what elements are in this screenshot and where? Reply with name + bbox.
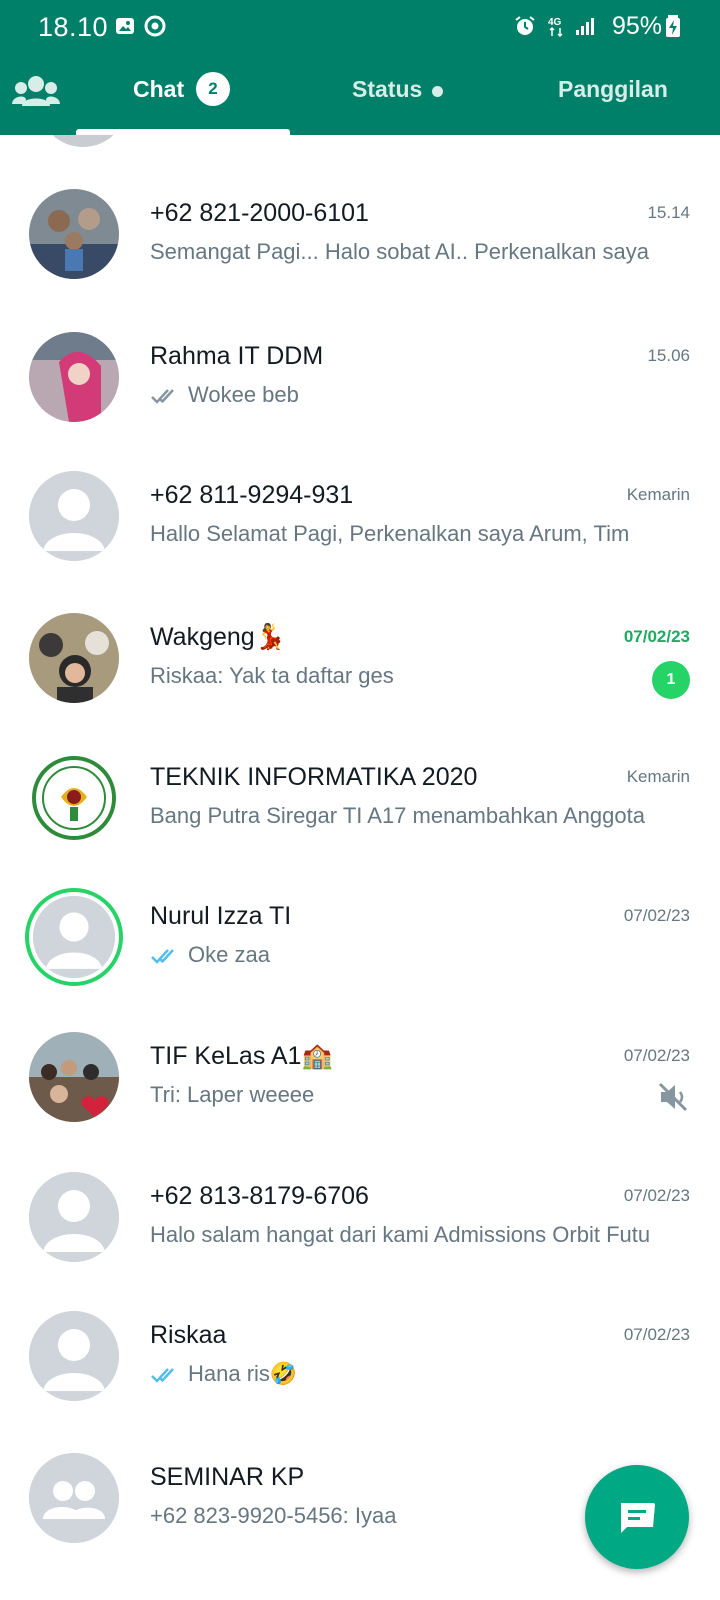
- chat-preview: Riskaa: Yak ta daftar ges: [150, 663, 620, 689]
- chat-time: 07/02/23: [623, 627, 690, 646]
- chat-preview: Tri: Laper weeee: [150, 1082, 620, 1108]
- chat-row[interactable]: Wakgeng💃 07/02/23 Riskaa: Yak ta daftar …: [0, 613, 720, 756]
- avatar[interactable]: [38, 135, 128, 147]
- unread-count-badge: 1: [652, 661, 690, 699]
- chat-name: Nurul Izza TI: [150, 902, 292, 930]
- chat-name: +62 813-8179-6706: [150, 1182, 369, 1210]
- chat-row[interactable]: +62 821-2000-6101 15.14 Semangat Pagi...…: [0, 189, 720, 332]
- chat-preview-text: Hallo Selamat Pagi, Perkenalkan saya Aru…: [150, 521, 630, 546]
- avatar[interactable]: [29, 332, 119, 422]
- battery-percent: 95%: [611, 12, 662, 40]
- avatar[interactable]: [29, 471, 119, 561]
- status-bar: 18.10 4G 95%: [0, 0, 720, 56]
- chat-name: TEKNIK INFORMATIKA 2020: [150, 763, 478, 791]
- chat-preview-text: Hana ris🤣: [188, 1361, 298, 1386]
- tab-calls[interactable]: Panggilan: [558, 76, 668, 103]
- chat-preview-text: +62 823-9920-5456: Iyaa: [150, 1503, 397, 1528]
- chat-time: 07/02/23: [623, 1186, 690, 1205]
- chat-preview: Hana ris🤣: [150, 1361, 675, 1387]
- chat-row[interactable]: Rahma IT DDM 15.06 Wokee beb: [0, 332, 720, 475]
- chat-time: 15.06: [647, 346, 690, 365]
- avatar[interactable]: [29, 613, 119, 703]
- chat-time: 15.14: [647, 203, 690, 222]
- chat-time: 07/02/23: [623, 1046, 690, 1065]
- new-chat-button[interactable]: [585, 1465, 689, 1569]
- chat-row[interactable]: Riskaa 07/02/23 Hana ris🤣: [0, 1311, 720, 1454]
- chat-unread-badge: 2: [196, 72, 230, 106]
- chat-row[interactable]: +62 811-9294-931 Kemarin Hallo Selamat P…: [0, 471, 720, 614]
- chat-preview: Hallo Selamat Pagi, Perkenalkan saya Aru…: [150, 521, 675, 547]
- chat-row[interactable]: TIF KeLas A1🏫 07/02/23 Tri: Laper weeee: [0, 1032, 720, 1175]
- tab-chat[interactable]: Chat: [133, 76, 184, 103]
- avatar[interactable]: [29, 189, 119, 279]
- chat-time: Kemarin: [626, 485, 690, 504]
- muted-icon: [658, 1082, 688, 1112]
- chat-time: Kemarin: [626, 767, 690, 786]
- app-header: 18.10 4G 95% Chat 2 Status Panggilan: [0, 0, 720, 135]
- university-logo: [32, 756, 116, 840]
- chat-preview-text: Bang Putra Siregar TI A17 menambahkan An…: [150, 803, 645, 828]
- double-check-icon: [151, 389, 174, 404]
- gallery-icon: [116, 18, 134, 34]
- chat-preview-text: Wokee beb: [188, 382, 299, 407]
- avatar[interactable]: [29, 1311, 119, 1401]
- tab-bar: Chat 2 Status Panggilan: [0, 62, 720, 135]
- chat-row[interactable]: TEKNIK INFORMATIKA 2020 Kemarin Bang Put…: [0, 753, 720, 896]
- chat-time: 07/02/23: [623, 906, 690, 925]
- status-time: 18.10: [38, 12, 109, 42]
- chat-name: TIF KeLas A1🏫: [150, 1042, 333, 1070]
- tab-status[interactable]: Status: [352, 76, 422, 103]
- status-new-dot: [432, 86, 443, 97]
- default-person-icon: [29, 1172, 119, 1262]
- chat-preview: Oke zaa: [150, 942, 675, 968]
- new-chat-icon: [621, 1503, 655, 1533]
- svg-text:4G: 4G: [548, 17, 562, 28]
- chat-row[interactable]: Nurul Izza TI 07/02/23 Oke zaa: [0, 888, 720, 1035]
- default-person-icon: [33, 896, 115, 978]
- chat-time: 07/02/23: [623, 1325, 690, 1344]
- chat-name: +62 821-2000-6101: [150, 199, 369, 227]
- avatar[interactable]: [33, 896, 115, 978]
- signal-icon: [576, 18, 594, 35]
- avatar[interactable]: [29, 1032, 119, 1122]
- chat-preview-text: Tri: Laper weeee: [150, 1082, 315, 1107]
- chat-preview-text: Riskaa: Yak ta daftar ges: [150, 663, 394, 688]
- chat-preview: Halo salam hangat dari kami Admissions O…: [150, 1222, 675, 1248]
- community-icon[interactable]: [12, 72, 60, 112]
- chat-preview: Semangat Pagi... Halo sobat AI.. Perkena…: [150, 239, 675, 265]
- double-check-icon: [151, 949, 174, 964]
- battery-charging-icon: [666, 15, 680, 37]
- 4g-icon: 4G: [548, 17, 563, 37]
- chat-preview-text: Semangat Pagi... Halo sobat AI.. Perkena…: [150, 239, 649, 264]
- sync-icon: [144, 15, 166, 37]
- chat-list: +62 821-2000-6101 15.14 Semangat Pagi...…: [0, 135, 720, 1600]
- chat-preview-text: Oke zaa: [188, 942, 270, 967]
- chat-row[interactable]: +62 813-8179-6706 07/02/23 Halo salam ha…: [0, 1172, 720, 1315]
- chat-name: Wakgeng💃: [150, 623, 286, 651]
- default-group-icon: [29, 1453, 119, 1543]
- default-person-icon: [29, 1311, 119, 1401]
- avatar[interactable]: [29, 1172, 119, 1262]
- avatar[interactable]: [29, 1453, 119, 1543]
- default-person-icon: [29, 471, 119, 561]
- chat-preview: Bang Putra Siregar TI A17 menambahkan An…: [150, 803, 675, 829]
- chat-preview-text: Halo salam hangat dari kami Admissions O…: [150, 1222, 651, 1247]
- chat-preview: Wokee beb: [150, 382, 675, 408]
- alarm-icon: [515, 16, 535, 35]
- avatar[interactable]: [29, 753, 119, 843]
- chat-name: SEMINAR KP: [150, 1463, 305, 1491]
- chat-name: Rahma IT DDM: [150, 342, 324, 370]
- chat-name: +62 811-9294-931: [150, 481, 354, 509]
- double-check-icon: [151, 1368, 174, 1383]
- chat-name: Riskaa: [150, 1321, 227, 1349]
